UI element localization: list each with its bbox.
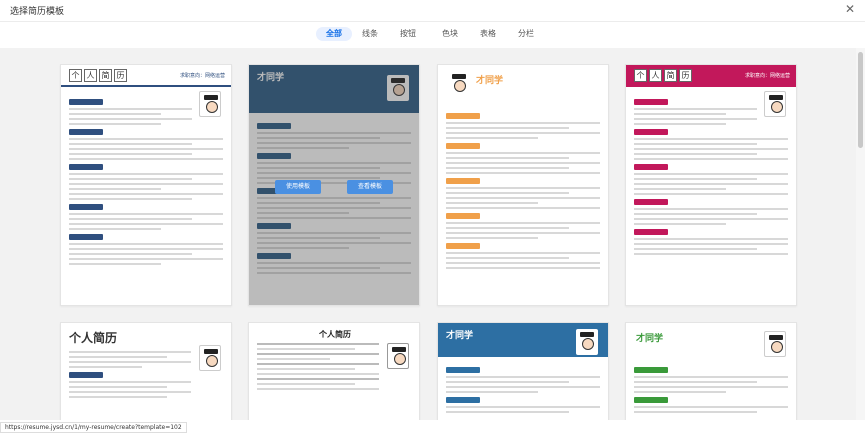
avatar-icon [199,345,221,371]
title-boxes: 个 人 简 历 [69,69,127,82]
job-intent: 求职意向：网络运营 [744,73,790,79]
resume-name: 才同学 [446,331,474,341]
card-header: 个 人 简 历 求职意向：网络运营 [61,65,231,87]
tab-all[interactable]: 全部 [316,27,352,41]
resume-body [446,363,600,416]
title-char: 个 [69,69,82,82]
template-card[interactable]: 个人简历 [60,322,232,420]
template-gallery: 个 人 简 历 求职意向：网络运营 才同学 使用模板 查看模板 才同学 个 人 … [0,48,856,420]
template-card[interactable]: 才同学 [437,64,609,306]
title-char: 简 [664,69,677,82]
title-char: 人 [84,69,97,82]
tab-tables[interactable]: 表格 [474,27,502,41]
title-char: 个 [634,69,647,82]
dialog-titlebar: 选择简历模板 ✕ [0,0,865,22]
resume-body [69,351,191,401]
tab-buttons[interactable]: 按钮 [394,27,422,41]
resume-body [69,95,223,268]
template-card-hovered[interactable]: 才同学 使用模板 查看模板 [248,64,420,306]
job-intent: 求职意向：网络运营 [179,73,225,79]
use-template-button[interactable]: 使用模板 [275,180,321,194]
template-card[interactable]: 个 人 简 历 求职意向：网络运营 [60,64,232,306]
template-card[interactable]: 才同学 [625,322,797,420]
avatar-icon [387,343,409,369]
tab-lines[interactable]: 线条 [356,27,384,41]
title-char: 人 [649,69,662,82]
dialog-title: 选择简历模板 [10,7,65,17]
status-url: https://resume.jysd.cn/1/my-resume/creat… [0,422,187,433]
template-card[interactable]: 才同学 [437,322,609,420]
resume-title: 个人简历 [69,331,118,345]
resume-name: 才同学 [636,334,664,344]
template-filter-tabs: 全部 线条 按钮 色块 表格 分栏 [0,22,865,44]
resume-body [446,109,600,272]
template-card[interactable]: 个人简历 [248,322,420,420]
resume-name: 才同学 [476,76,504,86]
title-boxes: 个 人 简 历 [634,69,692,82]
tab-color-blocks[interactable]: 色块 [436,27,464,41]
tab-columns[interactable]: 分栏 [512,27,540,41]
title-char: 简 [99,69,112,82]
avatar-icon [576,329,598,355]
scrollbar-thumb[interactable] [858,52,863,148]
card-header: 个 人 简 历 求职意向：网络运营 [626,65,796,87]
resume-table [257,343,379,393]
template-card[interactable]: 个 人 简 历 求职意向：网络运营 [625,64,797,306]
close-icon[interactable]: ✕ [845,2,855,16]
resume-body [634,363,788,416]
resume-body [634,95,788,258]
avatar-icon [764,331,786,357]
resume-title: 个人简历 [319,330,351,339]
avatar-icon [448,71,470,97]
title-char: 历 [679,69,692,82]
title-char: 历 [114,69,127,82]
view-template-button[interactable]: 查看模板 [347,180,393,194]
